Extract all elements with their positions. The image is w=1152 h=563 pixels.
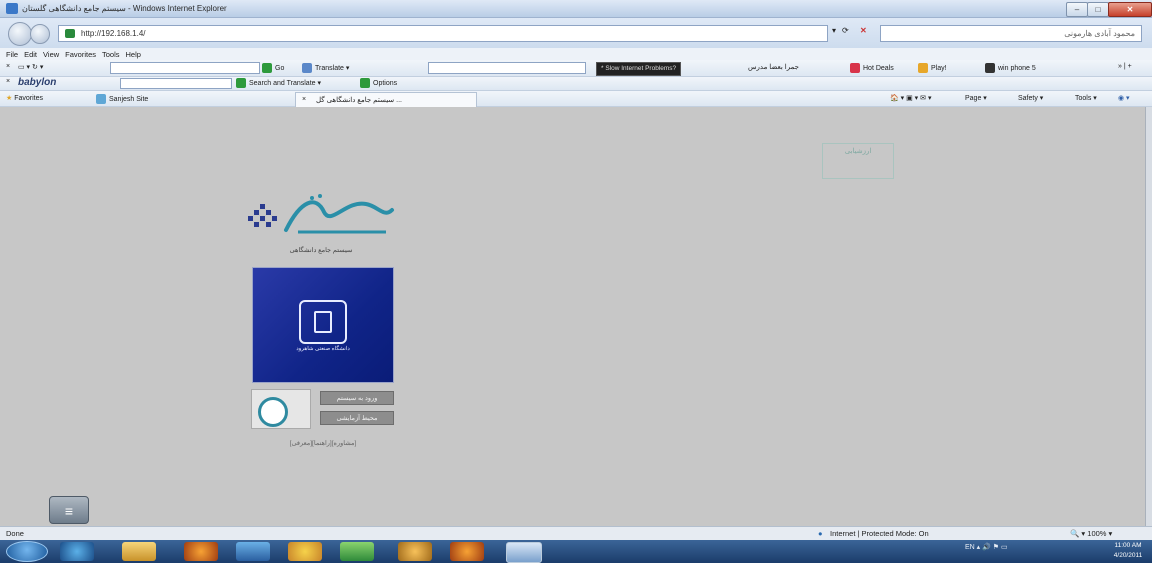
ie-icon	[6, 3, 18, 14]
babylon-logo: babylon	[18, 77, 57, 88]
explorer-taskbar-icon[interactable]	[122, 542, 156, 561]
safety-menu[interactable]: Safety ▾	[1018, 94, 1043, 102]
toolbar-2: × babylon Search and Translate ▾ Options	[0, 77, 1152, 91]
search-translate-button[interactable]: Search and Translate ▾	[236, 78, 321, 88]
rtl-label[interactable]: جمرا بعضا مدرس	[748, 63, 799, 71]
tab-close-icon[interactable]: ×	[302, 96, 306, 103]
menu-help[interactable]: Help	[126, 50, 141, 59]
refresh-icon[interactable]: ⟳	[842, 26, 849, 35]
minimize-button[interactable]: –	[1066, 2, 1088, 17]
scrollbar[interactable]	[1145, 107, 1152, 526]
toolbar-search-field[interactable]	[110, 62, 260, 74]
security-zone[interactable]: Internet | Protected Mode: On	[830, 529, 929, 538]
messenger-taskbar-icon[interactable]	[288, 542, 322, 561]
toolbar-more-icon[interactable]: » | +	[1118, 63, 1132, 70]
address-row: http://192.168.1.4/ ▾ ⟳ ✕ محمود آبادی ها…	[0, 18, 1152, 48]
menu-edit[interactable]: Edit	[24, 50, 37, 59]
university-emblem-icon	[299, 300, 347, 344]
tools-menu[interactable]: Tools ▾	[1075, 94, 1097, 102]
ie-taskbar-icon[interactable]	[60, 542, 94, 561]
firefox2-taskbar-icon[interactable]	[450, 542, 484, 561]
favorites-button[interactable]: ★ Favorites	[6, 94, 43, 102]
menu-favorites[interactable]: Favorites	[65, 50, 96, 59]
tab-active[interactable]: × سیستم جامع دانشگاهی گل ...	[295, 92, 477, 107]
floating-menu-button[interactable]: ≡	[49, 496, 89, 524]
footer-links[interactable]: [معرفی][راهنما][مشاوره]	[250, 439, 396, 447]
test-environment-button[interactable]: محیط آزمایشی	[320, 411, 394, 425]
forward-button[interactable]	[30, 24, 50, 44]
page-content	[0, 107, 1145, 526]
sanjesh-site-link[interactable]: Sanjesh Site	[96, 94, 148, 104]
app-taskbar-icon[interactable]	[340, 542, 374, 561]
zoom-menu[interactable]: 🔍 ▾ 100% ▾	[1070, 529, 1112, 538]
start-button[interactable]	[6, 541, 48, 562]
stop-icon[interactable]: ✕	[860, 26, 867, 35]
url-text: http://192.168.1.4/	[81, 29, 146, 38]
maximize-button[interactable]: □	[1087, 2, 1109, 17]
login-button[interactable]: ورود به سیستم	[320, 391, 394, 405]
go-button[interactable]: Go	[262, 63, 284, 73]
win-phone-button[interactable]: win phone 5	[985, 63, 1036, 73]
seal-box	[251, 389, 311, 429]
translate-field[interactable]	[428, 62, 586, 74]
search-input[interactable]: محمود آبادی هارمونی	[880, 25, 1142, 42]
home-icon[interactable]: ▭ ▾ ↻ ▾	[18, 63, 43, 71]
chrome-taskbar-icon[interactable]	[398, 542, 432, 561]
favorites-bar: ★ Favorites Sanjesh Site × سیستم جامع دا…	[0, 91, 1152, 107]
firefox-taskbar-icon[interactable]	[184, 542, 218, 561]
toolbar-1: × ▭ ▾ ↻ ▾ Go Translate ▾ * Slow Internet…	[0, 60, 1152, 77]
tab-title: سیستم جامع دانشگاهی گل ...	[316, 97, 402, 104]
slow-internet-button[interactable]: * Slow Internet Problems?	[596, 62, 682, 76]
clock[interactable]: 11:00 AM 4/20/2011	[1108, 541, 1148, 561]
status-text: Done	[6, 529, 24, 538]
logo-caption: سیستم جامع دانشگاهی	[289, 247, 353, 254]
back-button[interactable]	[8, 22, 32, 46]
translate-button[interactable]: Translate ▾	[302, 63, 349, 73]
taskbar: EN ▴ 🔊 ⚑ ▭ 11:00 AM 4/20/2011	[0, 540, 1152, 563]
window-taskbar-icon[interactable]	[506, 542, 542, 563]
system-tray[interactable]: EN ▴ 🔊 ⚑ ▭	[965, 543, 1008, 551]
close-babylon-icon[interactable]: ×	[6, 78, 10, 85]
globe-icon: ●	[818, 529, 823, 538]
seal-icon	[258, 397, 288, 427]
address-input[interactable]: http://192.168.1.4/	[58, 25, 828, 42]
page-icon	[65, 29, 75, 38]
babylon-search-field[interactable]	[120, 78, 232, 89]
hot-deals-button[interactable]: Hot Deals	[850, 63, 894, 73]
status-bar: Done ● Internet | Protected Mode: On 🔍 ▾…	[0, 526, 1152, 540]
window-title: سیستم جامع دانشگاهی گلستان - Windows Int…	[22, 4, 227, 13]
close-button[interactable]: ✕	[1108, 2, 1152, 17]
close-toolbar-icon[interactable]: ×	[6, 63, 10, 70]
menu-tools[interactable]: Tools	[102, 50, 120, 59]
play-button[interactable]: Play!	[918, 63, 947, 73]
options-button[interactable]: Options	[360, 78, 397, 88]
dropdown-icon[interactable]: ▾	[832, 26, 836, 35]
menu-view[interactable]: View	[43, 50, 59, 59]
media-taskbar-icon[interactable]	[236, 542, 270, 561]
command-icons[interactable]: 🏠 ▾ ▣ ▾ ✉ ▾	[890, 94, 931, 102]
menu-bar: File Edit View Favorites Tools Help	[0, 48, 1152, 60]
university-banner: دانشگاه صنعتی شاهرود	[252, 267, 394, 383]
menu-file[interactable]: File	[6, 50, 18, 59]
title-bar: سیستم جامع دانشگاهی گلستان - Windows Int…	[0, 0, 1152, 18]
page-menu[interactable]: Page ▾	[965, 94, 987, 102]
help-icon[interactable]: ◉ ▾	[1118, 94, 1130, 102]
golestan-logo: سیستم جامع دانشگاهی	[246, 190, 396, 258]
evaluation-stamp: ارزشیابی	[822, 143, 894, 179]
university-caption: دانشگاه صنعتی شاهرود	[296, 346, 350, 352]
